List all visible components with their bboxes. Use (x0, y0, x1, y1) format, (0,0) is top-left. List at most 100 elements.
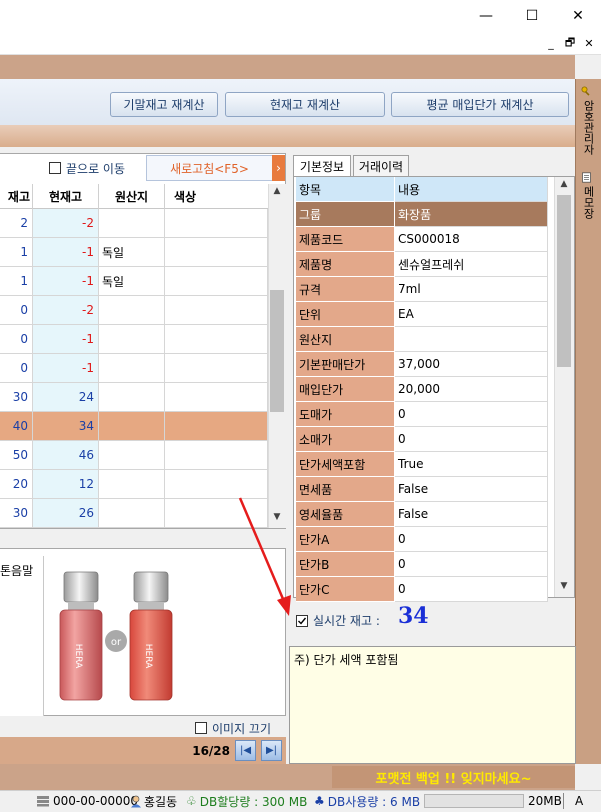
table-row[interactable]: 1 -1 독일 (0, 267, 268, 296)
tab-label: 기본정보 (299, 159, 345, 174)
hide-image-label: 이미지 끄기 (212, 721, 272, 736)
table-row[interactable]: 50 46 (0, 441, 268, 470)
move-to-end-checkbox[interactable] (49, 162, 61, 174)
move-to-end-label: 끝으로 이동 (66, 161, 126, 176)
mdi-restore-button[interactable]: 🗗 (561, 34, 579, 52)
hide-image-option[interactable]: 이미지 끄기 (195, 720, 271, 736)
cell-stock: 0 (0, 296, 33, 325)
table-row[interactable]: 0 -1 (0, 354, 268, 383)
notepad-icon (582, 172, 594, 183)
close-window-button[interactable]: ✕ (555, 0, 601, 31)
property-key: 면세품 (296, 477, 395, 502)
property-row[interactable]: 단가A 0 (296, 527, 548, 552)
side-tab-password-manager[interactable]: 암호관리자 (577, 86, 599, 166)
table-row[interactable]: 20 12 (0, 470, 268, 499)
property-row[interactable]: 매입단가 20,000 (296, 377, 548, 402)
first-record-button[interactable]: |◀ (235, 740, 256, 761)
property-scroll-thumb[interactable] (557, 195, 571, 367)
property-row[interactable]: 제품코드 CS000018 (296, 227, 548, 252)
refresh-more-button[interactable]: › (272, 155, 285, 181)
property-key: 매입단가 (296, 377, 395, 402)
property-key: 단가B (296, 552, 395, 577)
property-row[interactable]: 제품명 센슈얼프레쉬 (296, 252, 548, 277)
property-row[interactable]: 원산지 (296, 327, 548, 352)
note-textarea[interactable]: 주) 단가 세액 포함됨 (289, 646, 576, 764)
property-row-group[interactable]: 그룹 화장품 (296, 202, 548, 227)
cell-stock: 20 (0, 470, 33, 499)
property-row[interactable]: 기본판매단가 37,000 (296, 352, 548, 377)
property-key: 영세율품 (296, 502, 395, 527)
tab-transaction-history[interactable]: 거래이력 (353, 155, 409, 176)
move-to-end-option[interactable]: 끝으로 이동 (49, 160, 125, 176)
realtime-stock-checkbox[interactable] (296, 614, 308, 627)
property-row[interactable]: 소매가 0 (296, 427, 548, 452)
cell-origin (99, 209, 165, 238)
refresh-button[interactable]: 새로고침<F5> (146, 155, 273, 181)
cell-origin (99, 325, 165, 354)
status-db-allocation: ♧ DB할당량 : 300 MB (186, 793, 307, 809)
property-value: 20,000 (395, 377, 548, 402)
cell-current-stock: 34 (33, 412, 99, 441)
property-key: 단가A (296, 527, 395, 552)
property-row[interactable]: 규격 7ml (296, 277, 548, 302)
column-header-color[interactable]: 색상 (165, 184, 205, 209)
mdi-close-button[interactable]: ✕ (580, 34, 598, 52)
side-tab-label: 암호관리자 (582, 100, 595, 155)
table-row[interactable]: 2 -2 (0, 209, 268, 238)
cell-origin (99, 412, 165, 441)
grid-scroll-thumb[interactable] (270, 290, 284, 412)
table-row[interactable]: 0 -2 (0, 296, 268, 325)
page-indicator: 16/28 (192, 743, 230, 758)
column-header-current-stock[interactable]: 현재고 (33, 184, 99, 209)
property-row[interactable]: 면세품 False (296, 477, 548, 502)
property-value: False (395, 477, 548, 502)
hide-image-checkbox[interactable] (195, 722, 207, 734)
property-row[interactable]: 도매가 0 (296, 402, 548, 427)
scroll-up-icon[interactable]: ▲ (270, 186, 284, 200)
table-row[interactable]: 40 34 (0, 412, 268, 441)
property-value: 7ml (395, 277, 548, 302)
property-row[interactable]: 단가세액포함 True (296, 452, 548, 477)
table-row[interactable]: 30 26 (0, 499, 268, 528)
skip-forward-icon: ▶| (265, 745, 278, 756)
table-row[interactable]: 0 -1 (0, 325, 268, 354)
maximize-window-button[interactable]: ☐ (509, 0, 555, 31)
realtime-stock-option[interactable]: 실시간 재고 : (296, 612, 380, 629)
scroll-up-icon[interactable]: ▲ (557, 179, 571, 193)
table-row[interactable]: 30 24 (0, 383, 268, 412)
property-row[interactable]: 단위 EA (296, 302, 548, 327)
product-name-snippet: 톤음말 (0, 564, 34, 578)
skip-back-icon: |◀ (239, 745, 252, 756)
status-db-usage-text: DB사용량 : 6 MB (327, 794, 421, 809)
scroll-down-icon[interactable]: ▼ (557, 581, 571, 595)
cell-origin: 독일 (99, 267, 165, 296)
column-header-stock[interactable]: 재고 (0, 184, 33, 209)
realtime-stock-value: 34 (398, 603, 429, 629)
status-input-mode-text: A (575, 794, 584, 808)
recalc-current-stock-button[interactable]: 현재고 재계산 (225, 92, 385, 117)
property-value: 0 (395, 577, 548, 602)
property-value: 화장품 (395, 202, 548, 227)
last-record-button[interactable]: ▶| (261, 740, 282, 761)
property-row[interactable]: 단가C 0 (296, 577, 548, 602)
product-photo: HERA or HERA (59, 571, 173, 701)
cell-color (165, 325, 268, 354)
property-header-key: 항목 (296, 177, 395, 202)
mdi-minimize-button[interactable]: _ (542, 34, 560, 52)
property-row[interactable]: 영세율품 False (296, 502, 548, 527)
side-tab-notepad[interactable]: 메모장 (577, 172, 599, 234)
cell-current-stock: -1 (33, 267, 99, 296)
table-row[interactable]: 1 -1 독일 (0, 238, 268, 267)
tab-basic-info[interactable]: 기본정보 (293, 155, 351, 176)
cell-stock: 2 (0, 209, 33, 238)
cell-color (165, 412, 268, 441)
cell-current-stock: -1 (33, 325, 99, 354)
recalc-avg-purchase-price-button[interactable]: 평균 매입단가 재계산 (391, 92, 569, 117)
recalc-ending-stock-button[interactable]: 기말재고 재계산 (110, 92, 218, 117)
cell-current-stock: -1 (33, 354, 99, 383)
property-row[interactable]: 단가B 0 (296, 552, 548, 577)
clover-icon: ♧ (186, 794, 197, 808)
property-value: True (395, 452, 548, 477)
column-header-origin[interactable]: 원산지 (99, 184, 165, 209)
minimize-window-button[interactable]: — (463, 0, 509, 31)
